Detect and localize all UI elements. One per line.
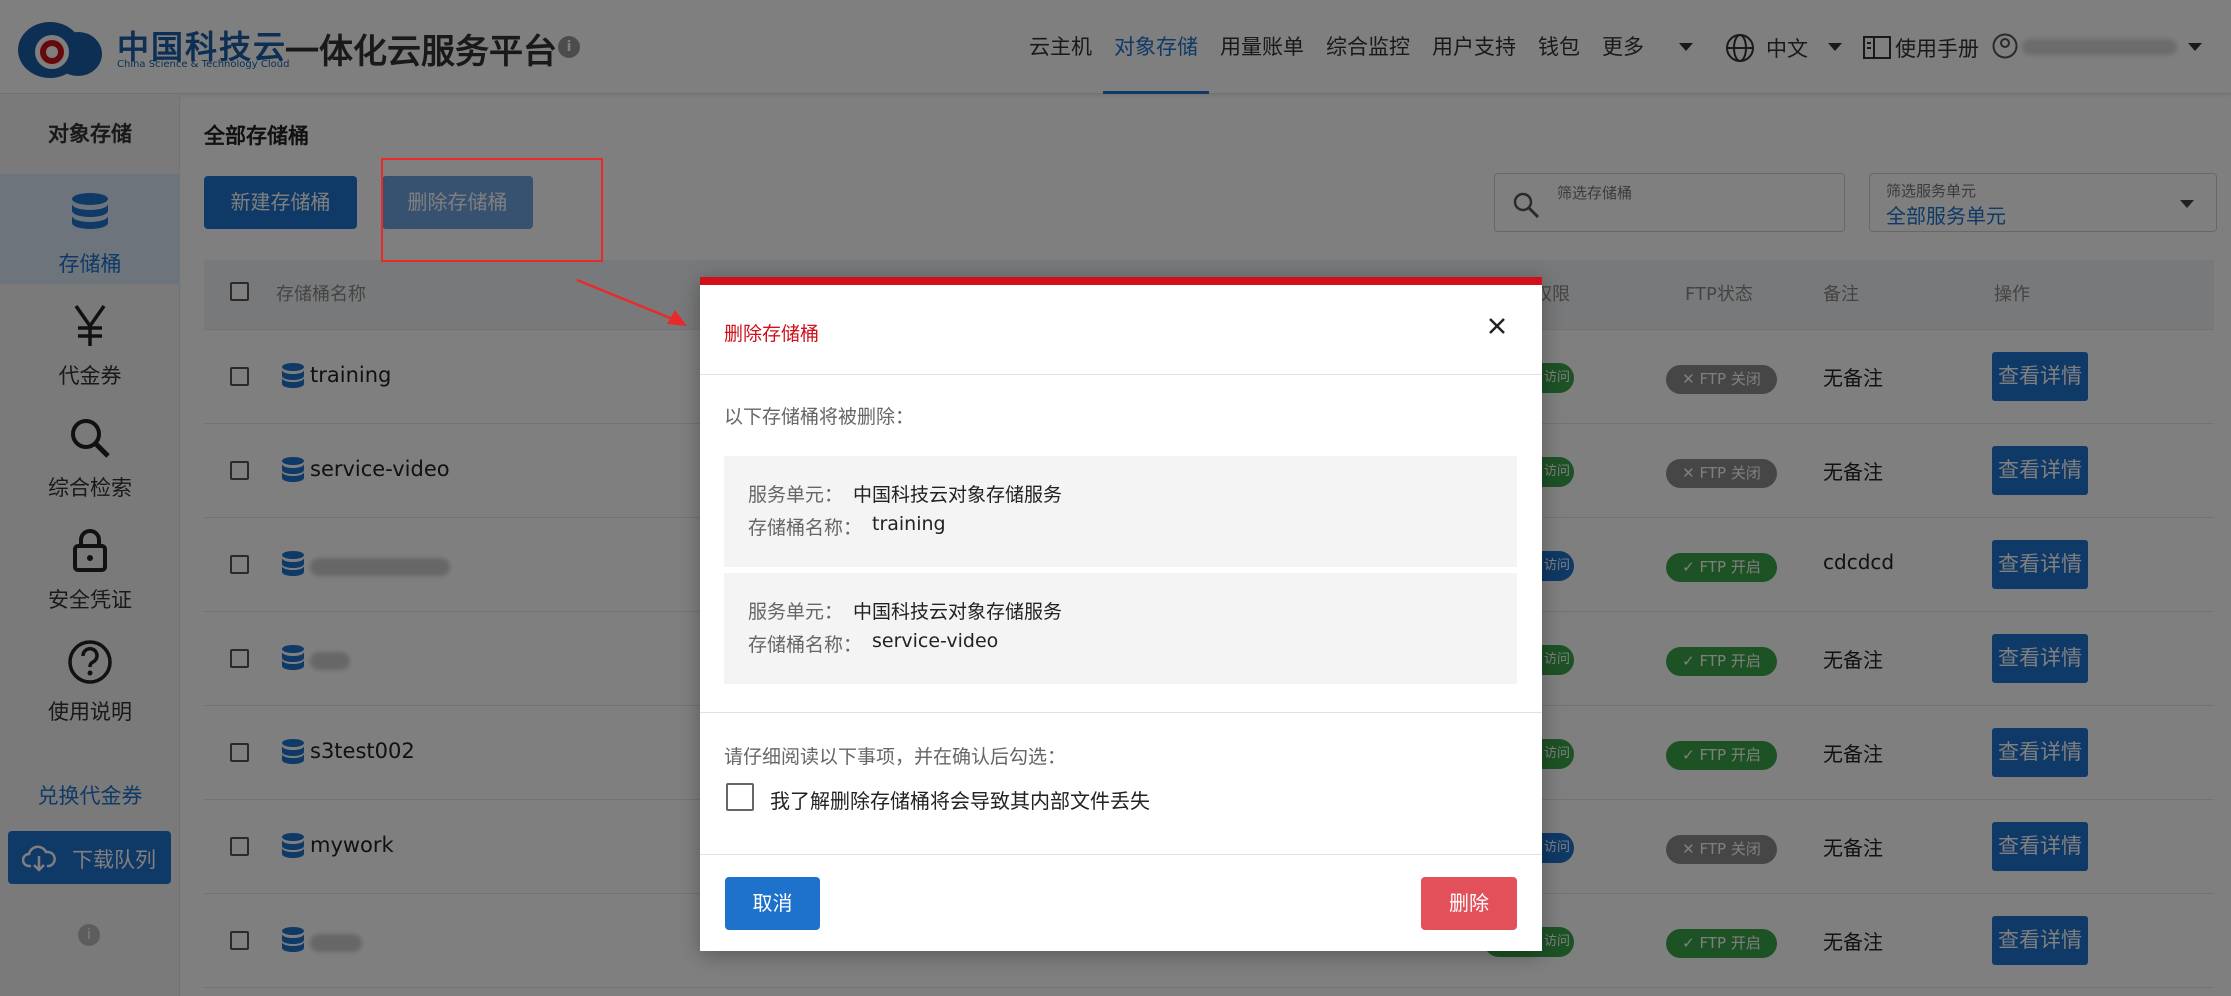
bucket-card: 服务单元： 中国科技云对象存储服务 存储桶名称： service-video bbox=[724, 573, 1517, 684]
app-root: 中国科技云 China Science & Technology Cloud 一… bbox=[0, 0, 2231, 996]
unit-label: 服务单元： bbox=[748, 601, 844, 623]
confirm-delete-button[interactable]: 删除 bbox=[1421, 877, 1517, 930]
arrow-annotation bbox=[576, 278, 687, 326]
divider bbox=[700, 712, 1542, 713]
close-icon[interactable] bbox=[1486, 315, 1508, 337]
divider bbox=[700, 374, 1542, 375]
bucket-label: 存储桶名称： bbox=[748, 517, 863, 539]
cancel-button[interactable]: 取消 bbox=[725, 877, 820, 930]
bucket-value: training bbox=[872, 513, 946, 535]
bucket-label: 存储桶名称： bbox=[748, 634, 863, 656]
highlight-box bbox=[381, 158, 603, 262]
unit-value: 中国科技云对象存储服务 bbox=[853, 601, 1063, 623]
read-notice: 请仔细阅读以下事项，并在确认后勾选： bbox=[724, 746, 1067, 768]
dialog-title: 删除存储桶 bbox=[724, 323, 820, 345]
bucket-card: 服务单元： 中国科技云对象存储服务 存储桶名称： training bbox=[724, 456, 1517, 567]
agree-checkbox[interactable] bbox=[726, 783, 754, 811]
agree-label[interactable]: 我了解删除存储桶将会导致其内部文件丢失 bbox=[770, 785, 1150, 814]
unit-label: 服务单元： bbox=[748, 484, 844, 506]
unit-value: 中国科技云对象存储服务 bbox=[853, 484, 1063, 506]
delete-bucket-dialog: 删除存储桶 以下存储桶将被删除： 服务单元： 中国科技云对象存储服务 存储桶名称… bbox=[700, 277, 1542, 951]
divider bbox=[700, 854, 1542, 855]
dialog-intro: 以下存储桶将被删除： bbox=[724, 406, 915, 428]
bucket-value: service-video bbox=[872, 630, 999, 652]
